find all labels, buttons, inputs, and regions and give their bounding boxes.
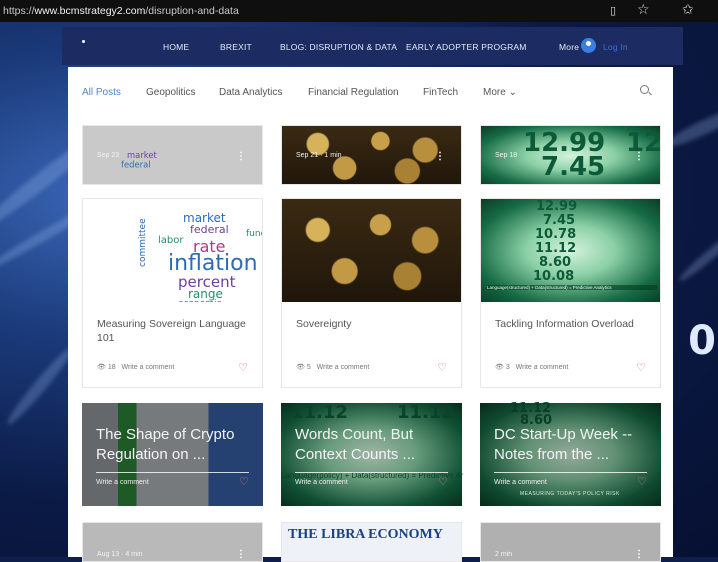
divider xyxy=(494,472,647,473)
like-heart-icon[interactable]: ♡ xyxy=(438,475,448,488)
word-cloud: market federal labor rate inflation perc… xyxy=(138,211,262,302)
more-options-icon[interactable]: ⋮ xyxy=(236,151,246,162)
post-image: 12.99 7.45 10.78 11.12 8.60 10.08 Langua… xyxy=(481,199,660,302)
post-stats: 👁 3 Write a comment xyxy=(495,363,569,371)
like-heart-icon[interactable]: ♡ xyxy=(637,475,647,488)
post-image: market federal labor rate inflation perc… xyxy=(83,199,262,302)
post-card[interactable]: market federal Sep 23 ⋮ xyxy=(82,125,263,185)
post-card[interactable]: Aug 13 · 4 min ⋮ xyxy=(82,522,263,562)
post-date: Sep 18 xyxy=(495,152,518,159)
like-heart-icon[interactable]: ♡ xyxy=(437,361,447,374)
blog-panel: All Posts Geopolitics Data Analytics Fin… xyxy=(68,67,673,562)
post-card[interactable]: THE LIBRA ECONOMY xyxy=(281,522,462,562)
favorite-star-icon[interactable]: ☆ xyxy=(637,2,650,18)
post-date: Sep 21 · 1 min xyxy=(296,152,342,159)
like-heart-icon[interactable]: ♡ xyxy=(238,361,248,374)
post-title[interactable]: Measuring Sovereign Language 101 xyxy=(97,317,257,345)
more-options-icon[interactable]: ⋮ xyxy=(236,549,246,560)
user-avatar-icon[interactable] xyxy=(581,38,596,53)
post-card[interactable]: 11.12 8.60 DC Start-Up Week -- Notes fro… xyxy=(480,402,664,506)
more-options-icon[interactable]: ⋮ xyxy=(634,151,644,162)
post-date: Sep 23 xyxy=(97,152,120,159)
divider xyxy=(96,472,249,473)
browser-address-bar[interactable]: https://www.bcmstrategy2.com/disruption-… xyxy=(0,0,718,22)
write-comment-link[interactable]: Write a comment xyxy=(121,364,174,371)
chevron-down-icon: ⌄ xyxy=(508,87,517,98)
post-title[interactable]: Sovereignty xyxy=(296,317,351,331)
category-data-analytics[interactable]: Data Analytics xyxy=(219,87,282,98)
write-comment-link[interactable]: Write a comment xyxy=(516,364,569,371)
views-eye-icon: 👁 xyxy=(495,363,504,371)
views-eye-icon: 👁 xyxy=(97,363,106,371)
write-comment-link[interactable]: Write a comment xyxy=(96,479,149,486)
post-card[interactable]: market federal labor rate inflation perc… xyxy=(82,198,263,388)
post-card[interactable]: 2 min ⋮ xyxy=(480,522,661,562)
nav-home[interactable]: HOME xyxy=(163,42,189,52)
search-icon[interactable] xyxy=(640,85,649,94)
post-card[interactable]: Sep 21 · 1 min ⋮ xyxy=(281,125,462,185)
views-eye-icon: 👁 xyxy=(296,363,305,371)
write-comment-link[interactable]: Write a comment xyxy=(317,364,370,371)
post-title[interactable]: DC Start-Up Week -- Notes from the ... xyxy=(494,425,664,465)
more-options-icon[interactable]: ⋮ xyxy=(634,549,644,560)
write-comment-link[interactable]: Write a comment xyxy=(494,479,547,486)
nav-blog[interactable]: BLOG: DISRUPTION & DATA xyxy=(280,42,397,52)
nav-early-adopter[interactable]: EARLY ADOPTER PROGRAM xyxy=(406,42,527,52)
write-comment-link[interactable]: Write a comment xyxy=(295,479,348,486)
post-image-title: THE LIBRA ECONOMY xyxy=(288,527,443,542)
post-stats: 👁 5 Write a comment xyxy=(296,363,370,371)
url-text[interactable]: https://www.bcmstrategy2.com/disruption-… xyxy=(0,5,239,17)
category-bar: All Posts Geopolitics Data Analytics Fin… xyxy=(68,67,673,115)
nav-more[interactable]: More xyxy=(559,42,579,52)
post-card[interactable]: 11.12 11.12 Language(policy) + Data(stru… xyxy=(281,403,465,506)
category-geopolitics[interactable]: Geopolitics xyxy=(146,87,195,98)
post-card[interactable]: 12.99 12.99 7.45 Sep 18 ⋮ xyxy=(480,125,661,185)
divider xyxy=(295,472,448,473)
post-stats: 👁 18 Write a comment xyxy=(97,363,175,371)
category-fintech[interactable]: FinTech xyxy=(423,87,458,98)
post-title[interactable]: Words Count, But Context Counts ... xyxy=(295,425,465,465)
favorites-list-icon[interactable]: ✩ xyxy=(682,2,694,18)
category-financial-regulation[interactable]: Financial Regulation xyxy=(308,87,399,98)
category-more[interactable]: More ⌄ xyxy=(483,87,517,98)
reading-view-icon[interactable]: ▯ xyxy=(610,4,616,17)
like-heart-icon[interactable]: ♡ xyxy=(239,475,249,488)
site-navigation: HOME BREXIT BLOG: DISRUPTION & DATA EARL… xyxy=(62,27,683,65)
like-heart-icon[interactable]: ♡ xyxy=(636,361,646,374)
post-image xyxy=(282,199,461,302)
post-card[interactable]: Sovereignty 👁 5 Write a comment ♡ xyxy=(281,198,462,388)
post-card[interactable]: The Shape of Crypto Regulation on ... Wr… xyxy=(82,403,263,506)
login-link[interactable]: Log In xyxy=(603,42,628,52)
category-all-posts[interactable]: All Posts xyxy=(82,87,121,98)
post-title[interactable]: The Shape of Crypto Regulation on ... xyxy=(96,425,266,465)
post-title[interactable]: Tackling Information Overload xyxy=(495,317,634,331)
image-caption: MEASURING TODAY'S POLICY RISK xyxy=(520,491,620,497)
post-card[interactable]: 12.99 7.45 10.78 11.12 8.60 10.08 Langua… xyxy=(480,198,661,388)
background-digit: 0 xyxy=(688,318,716,364)
site-logo[interactable] xyxy=(82,40,85,43)
nav-brexit[interactable]: BREXIT xyxy=(220,42,252,52)
more-options-icon[interactable]: ⋮ xyxy=(435,151,445,162)
